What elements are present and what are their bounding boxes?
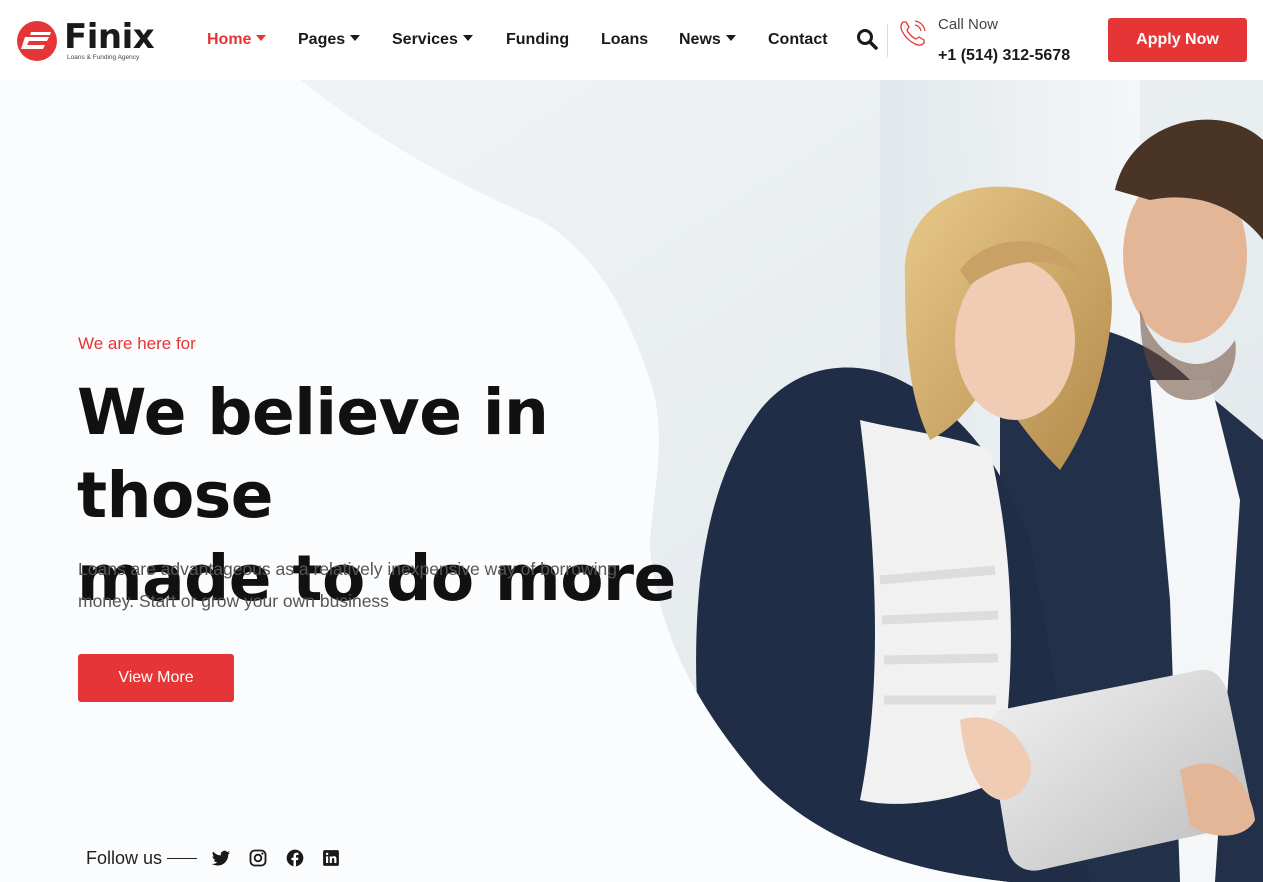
nav-label-funding: Funding [506,31,570,48]
hero-lead: Loans are advantageous as a relatively i… [78,559,617,611]
nav-label-pages: Pages [298,31,346,48]
call-now-label: Call Now [938,16,999,33]
facebook-icon[interactable] [285,848,305,868]
caret-down-icon [350,35,361,41]
search-icon[interactable] [855,27,879,51]
header-divider [887,24,888,57]
nav-item-contact[interactable]: Contact [768,28,828,52]
hero-headline-line1: We believe in those [77,376,549,532]
nav-item-news[interactable]: News [679,28,736,52]
linkedin-icon[interactable] [321,848,341,868]
nav-item-services[interactable]: Services [392,28,473,52]
nav-label-loans: Loans [601,31,649,48]
brand-name: Finix [64,17,155,57]
brand-tagline: Loans & Funding Agency [67,54,140,61]
twitter-icon[interactable] [211,848,231,868]
caret-down-icon [462,35,473,41]
nav-label-contact: Contact [768,31,828,48]
phone-number-link[interactable]: +1 (514) 312-5678 [938,46,1070,66]
follow-us: Follow us [86,847,198,869]
caret-down-icon [725,35,736,41]
brand-logo[interactable]: Finix Loans & Funding Agency [16,18,156,64]
logo-text: Finix [64,17,155,57]
follow-us-label: Follow us [86,848,163,868]
apply-now-button[interactable]: Apply Now [1108,18,1247,62]
site-header: Finix Loans & Funding Agency Home Pages … [0,0,1263,80]
view-more-button[interactable]: View More [78,654,234,702]
instagram-icon[interactable] [248,848,268,868]
nav-item-home[interactable]: Home [207,28,267,52]
nav-item-pages[interactable]: Pages [298,28,361,52]
nav-label-news: News [679,31,721,48]
finix-logo-icon [17,21,57,61]
nav-item-funding[interactable]: Funding [506,28,569,52]
hero-eyebrow: We are here for [78,334,196,353]
nav-label-home: Home [207,31,252,48]
caret-down-icon [256,35,267,41]
follow-us-line [167,857,198,859]
nav-item-loans[interactable]: Loans [601,28,648,52]
hero-section: We are here for We believe in those made… [0,80,1263,882]
phone-icon [900,20,926,46]
nav-label-services: Services [392,31,458,48]
